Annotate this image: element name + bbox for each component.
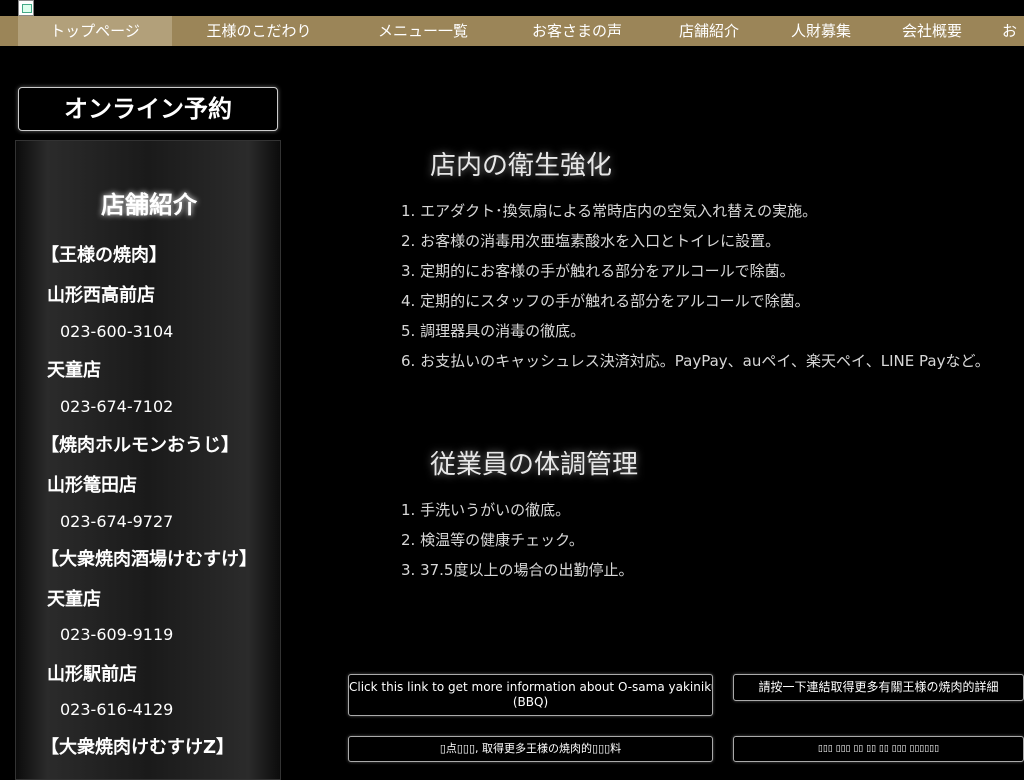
brand-heading-osama: 【王様の焼肉】: [41, 245, 167, 266]
store-name-ekimae[interactable]: 山形駅前店: [47, 660, 137, 686]
online-reservation-button[interactable]: オンライン予約: [18, 87, 278, 131]
global-nav: トップページ 王様のこだわり メニュー一覧 お客さまの声 店舗紹介 人財募集 会…: [0, 16, 1024, 46]
list-item: 1. エアダクト･換気扇による常時店内の空気入れ替えの実施。: [401, 202, 818, 220]
store-name-tendo-kemusuke[interactable]: 天童店: [47, 585, 101, 611]
store-phone[interactable]: 023-674-7102: [60, 397, 173, 416]
traditional-chinese-info-link[interactable]: 請按一下連結取得更多有關王様の焼肉的詳細: [733, 674, 1024, 701]
list-item: 3. 定期的にお客様の手が触れる部分をアルコールで除菌。: [401, 262, 795, 280]
store-panel-title: 店舗紹介: [101, 191, 197, 219]
nav-item-customer-voice[interactable]: お客さまの声: [515, 16, 639, 46]
english-info-link[interactable]: Click this link to get more information …: [348, 674, 713, 716]
store-phone[interactable]: 023-600-3104: [60, 322, 173, 341]
list-item: 4. 定期的にスタッフの手が触れる部分をアルコールで除菌。: [401, 292, 810, 310]
list-item: 6. お支払いのキャッシュレス決済対応。PayPay、auペイ、楽天ペイ、LIN…: [401, 352, 990, 370]
store-list-panel: 店舗紹介 【王様の焼肉】 山形西高前店 023-600-3104 天童店 023…: [15, 140, 281, 780]
top-strip: [0, 0, 1024, 16]
nav-item-company[interactable]: 会社概要: [887, 16, 977, 46]
brand-heading-ouji: 【焼肉ホルモンおうじ】: [41, 435, 239, 456]
list-item: 2. 検温等の健康チェック。: [401, 531, 584, 549]
list-item: 1. 手洗いうがいの徹底。: [401, 501, 571, 519]
section-title-staff-health: 従業員の体調管理: [430, 450, 639, 480]
nav-item-commitment[interactable]: 王様のこだわり: [188, 16, 330, 46]
english-info-link-line2: (BBQ): [512, 695, 549, 709]
other-language-info-link[interactable]: ▯▯▯ ▯▯▯ ▯▯ ▯▯ ▯▯ ▯▯▯ ▯▯▯▯▯▯: [733, 736, 1024, 762]
brand-heading-kemusuke-z: 【大衆焼肉けむすけZ】: [41, 737, 235, 758]
brand-heading-kemusuke: 【大衆焼肉酒場けむすけ】: [41, 549, 257, 570]
list-item: 2. お客様の消毒用次亜塩素酸水を入口とトイレに設置。: [401, 232, 781, 250]
simplified-chinese-info-link[interactable]: ▯点▯▯▯, 取得更多王様の焼肉的▯▯▯料: [348, 736, 713, 762]
store-name-nishikoumae[interactable]: 山形西高前店: [47, 281, 155, 307]
store-phone[interactable]: 023-616-4129: [60, 700, 173, 719]
nav-item-stores[interactable]: 店舗紹介: [664, 16, 754, 46]
section-title-hygiene: 店内の衛生強化: [430, 151, 613, 181]
broken-image-icon[interactable]: [18, 0, 34, 16]
nav-item-truncated[interactable]: お: [1002, 16, 1024, 46]
nav-item-recruit[interactable]: 人財募集: [776, 16, 866, 46]
english-info-link-line1: Click this link to get more information …: [349, 680, 713, 694]
store-name-tendo[interactable]: 天童店: [47, 356, 101, 382]
store-phone[interactable]: 023-609-9119: [60, 625, 173, 644]
nav-item-top-page[interactable]: トップページ: [18, 16, 172, 46]
list-item: 3. 37.5度以上の場合の出勤停止。: [401, 561, 634, 579]
store-name-komoridа[interactable]: 山形篭田店: [47, 471, 137, 497]
list-item: 5. 調理器具の消毒の徹底。: [401, 322, 586, 340]
store-phone[interactable]: 023-674-9727: [60, 512, 173, 531]
nav-item-menu[interactable]: メニュー一覧: [358, 16, 488, 46]
